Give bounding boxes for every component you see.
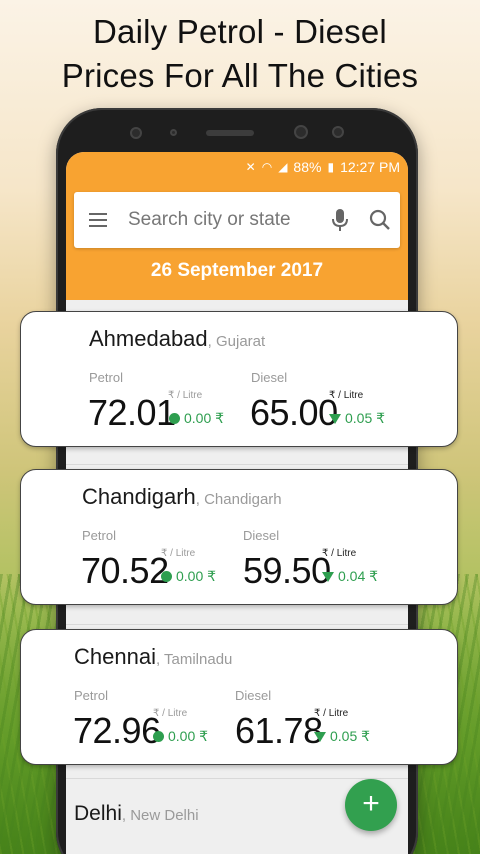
petrol-price: 70.52 [81, 550, 169, 591]
petrol-unit: ₹ / Litre [161, 548, 196, 559]
diesel-price: 65.00 [250, 392, 338, 433]
date-label: 26 September 2017 [150, 260, 324, 281]
signal-icon: ◢ [278, 160, 288, 174]
city-name: Delhi [74, 802, 122, 825]
petrol-change: 0.00 ₹ [153, 728, 208, 745]
diesel-unit: ₹ / Litre [314, 708, 349, 719]
petrol-change: 0.00 ₹ [169, 410, 224, 427]
battery-percent: 88% [293, 159, 322, 175]
diesel-price: 59.50 [243, 550, 331, 591]
clock: 12:27 PM [340, 159, 400, 175]
diesel-label: Diesel [243, 528, 280, 543]
sensor-dot [332, 126, 344, 138]
city-name: Chandigarh, Chandigarh [82, 484, 282, 509]
down-arrow-icon [329, 413, 341, 424]
divider [66, 778, 408, 779]
petrol-label: Petrol [89, 370, 123, 385]
diesel-change: 0.05 ₹ [314, 728, 370, 745]
search-bar[interactable]: Search city or state [74, 192, 400, 248]
search-icon[interactable] [360, 192, 400, 248]
down-arrow-icon [314, 731, 326, 742]
city-list-item[interactable]: Delhi, New Delhi [74, 802, 199, 826]
petrol-unit: ₹ / Litre [168, 390, 203, 401]
sensor-dot [170, 129, 177, 136]
city-name: Ahmedabad, Gujarat [89, 326, 266, 351]
state-name: , New Delhi [121, 807, 199, 824]
petrol-price: 72.01 [88, 392, 176, 433]
flat-dot-icon [161, 571, 172, 582]
flat-dot-icon [153, 731, 164, 742]
city-card[interactable]: Chennai, Tamilnadu Petrol 72.96 ₹ / Litr… [20, 629, 458, 765]
battery-icon: ▮ [327, 160, 335, 174]
petrol-change: 0.00 ₹ [161, 568, 216, 585]
petrol-price: 72.96 [73, 710, 161, 751]
state-name: , Tamilnadu [155, 651, 233, 668]
divider [66, 464, 408, 465]
headline-line-1: Daily Petrol - Diesel [93, 13, 387, 50]
diesel-change: 0.04 ₹ [322, 568, 378, 585]
diesel-label: Diesel [251, 370, 288, 385]
mute-icon: ✕ [245, 160, 256, 174]
diesel-change: 0.05 ₹ [329, 410, 385, 427]
wifi-icon: ◠ [261, 160, 273, 174]
city-card[interactable]: Ahmedabad, Gujarat Petrol 72.01 ₹ / Litr… [20, 311, 458, 447]
diesel-unit: ₹ / Litre [329, 390, 364, 401]
speaker-grille [206, 130, 254, 136]
promo-headline: Daily Petrol - Diesel Prices For All The… [0, 10, 480, 98]
petrol-label: Petrol [74, 688, 108, 703]
petrol-label: Petrol [82, 528, 116, 543]
down-arrow-icon [322, 571, 334, 582]
camera-icon [294, 125, 308, 139]
add-city-button[interactable]: + [345, 779, 397, 831]
search-input[interactable]: Search city or state [122, 209, 320, 231]
flat-dot-icon [169, 413, 180, 424]
divider [66, 624, 408, 625]
diesel-price: 61.78 [235, 710, 323, 751]
headline-line-2: Prices For All The Cities [61, 57, 419, 94]
state-name: , Chandigarh [195, 491, 282, 508]
diesel-label: Diesel [235, 688, 272, 703]
status-bar: ✕ ◠ ◢ 88% ▮ 12:27 PM [246, 156, 400, 178]
menu-icon[interactable] [74, 192, 122, 248]
state-name: , Gujarat [207, 333, 266, 350]
app-header: ✕ ◠ ◢ 88% ▮ 12:27 PM Search city or stat… [66, 152, 408, 300]
sensor-dot [130, 127, 142, 139]
diesel-unit: ₹ / Litre [322, 548, 357, 559]
city-card[interactable]: Chandigarh, Chandigarh Petrol 70.52 ₹ / … [20, 469, 458, 605]
petrol-unit: ₹ / Litre [153, 708, 188, 719]
microphone-icon[interactable] [320, 192, 360, 248]
city-name: Chennai, Tamilnadu [74, 644, 233, 669]
